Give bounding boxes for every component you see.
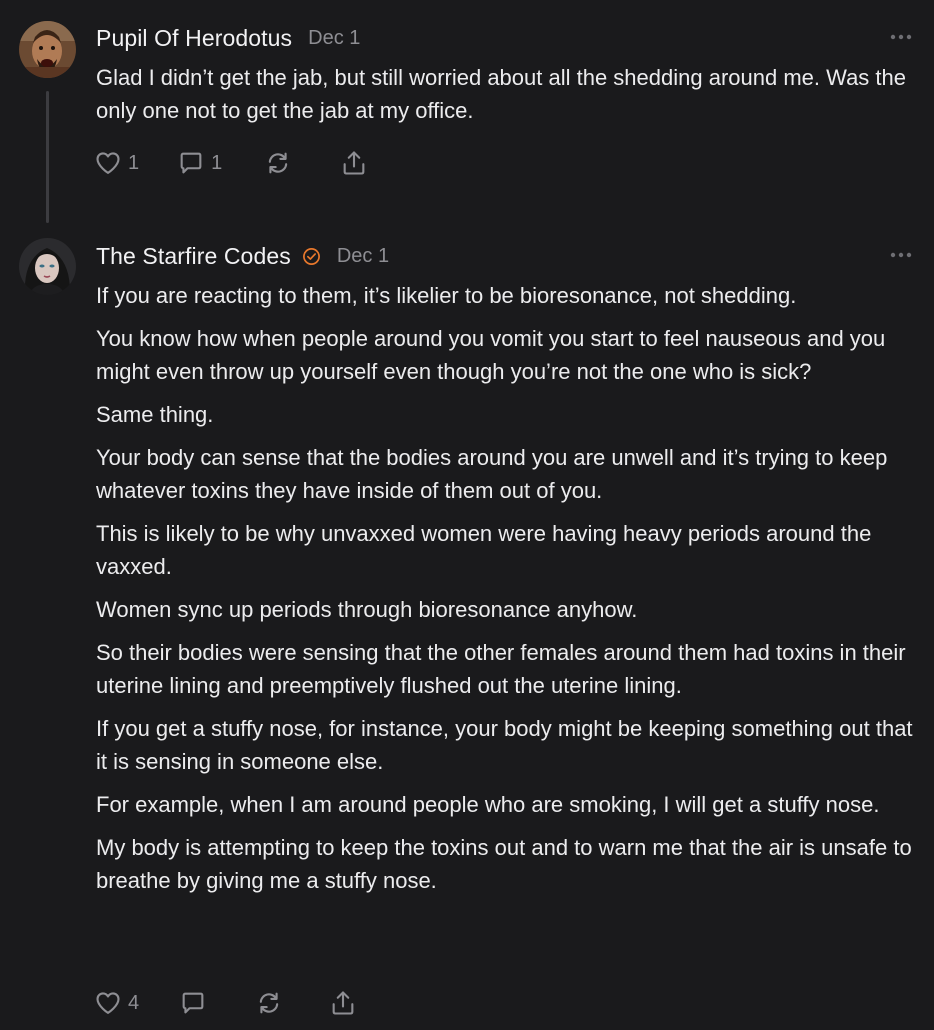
comment-paragraph: So their bodies were sensing that the ot…	[96, 640, 906, 698]
comment-date[interactable]: Dec 1	[337, 245, 389, 268]
author-name[interactable]: The Starfire Codes	[96, 243, 291, 270]
comment-paragraph: Same thing.	[96, 402, 214, 427]
like-count: 4	[128, 991, 140, 1014]
comment-paragraph: If you are reacting to them, it’s likeli…	[96, 283, 797, 308]
heart-icon	[96, 992, 120, 1014]
share-icon	[332, 991, 354, 1015]
comment-paragraph: This is likely to be why unvaxxed women …	[96, 521, 872, 579]
woman-avatar-icon	[19, 238, 76, 295]
restack-button[interactable]	[255, 987, 283, 1019]
author-avatar[interactable]	[19, 238, 76, 295]
comment-paragraph: Women sync up periods through bioresonan…	[96, 597, 638, 622]
like-button[interactable]: 4	[94, 987, 139, 1019]
comment-body: If you are reacting to them, it’s likeli…	[96, 279, 924, 907]
comment-paragraph: If you get a stuffy nose, for instance, …	[96, 716, 913, 774]
restack-icon	[259, 992, 279, 1014]
verified-badge-icon	[302, 247, 320, 265]
comment-paragraph: For example, when I am around people who…	[96, 792, 880, 817]
more-options-button[interactable]	[888, 248, 914, 262]
reply-button[interactable]	[179, 987, 207, 1019]
share-button[interactable]	[329, 987, 357, 1019]
comment-paragraph: Your body can sense that the bodies arou…	[96, 445, 888, 503]
comment-header: The Starfire Codes Dec 1	[96, 242, 389, 270]
comment: The Starfire Codes Dec 1 If you are reac…	[0, 0, 934, 1030]
comment-paragraph: You know how when people around you vomi…	[96, 326, 886, 384]
comment-bubble-icon	[182, 992, 204, 1014]
comment-actions: 4	[94, 987, 357, 1019]
comment-paragraph: My body is attempting to keep the toxins…	[96, 835, 912, 893]
more-options-icon	[890, 252, 912, 258]
